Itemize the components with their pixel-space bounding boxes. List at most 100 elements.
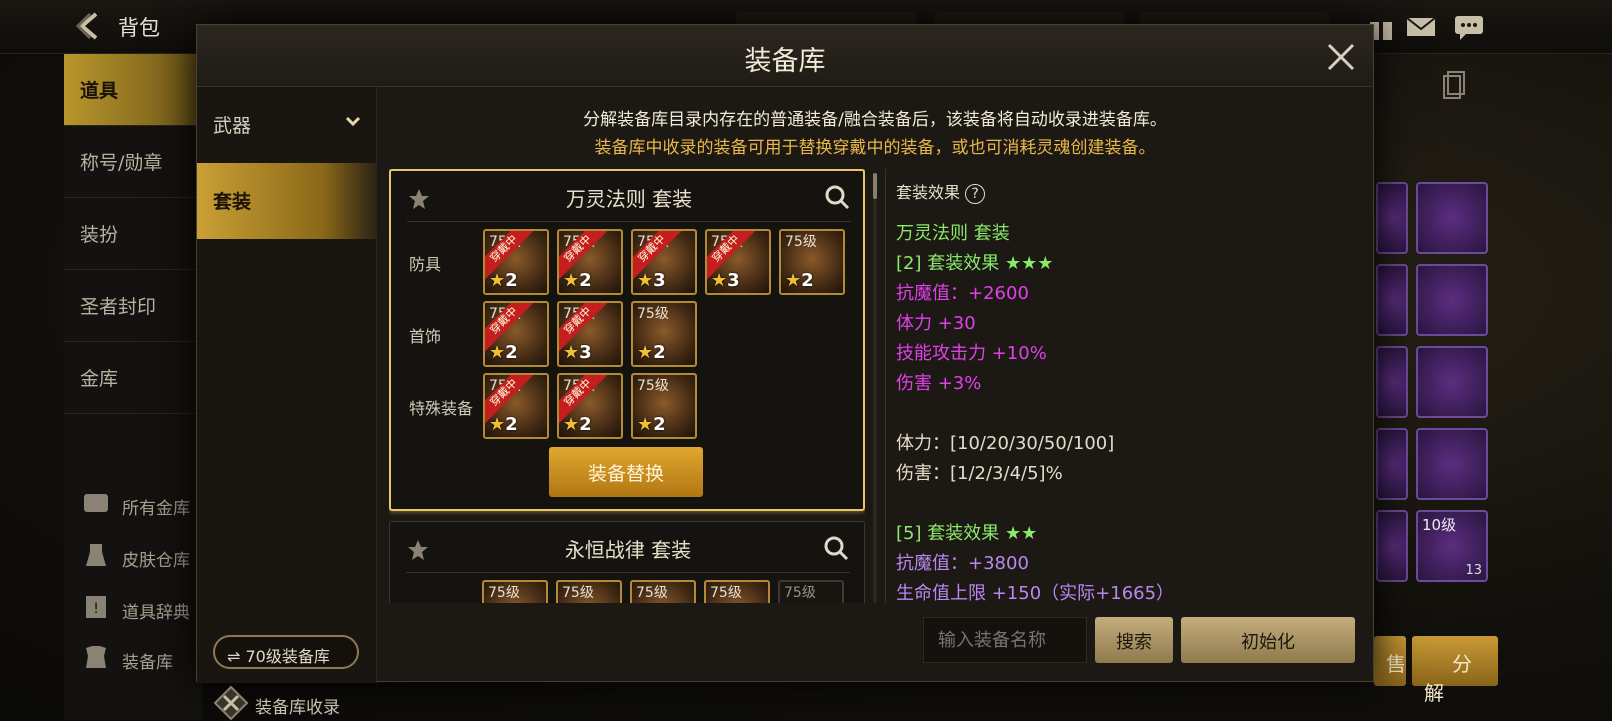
equipment-slot[interactable]: 75级穿戴中★2	[557, 373, 623, 439]
menu-item-vault[interactable]: 金库	[64, 342, 202, 414]
scrollbar-thumb[interactable]	[873, 173, 877, 199]
bag-slot[interactable]	[1416, 428, 1488, 500]
equipment-slot[interactable]: 75级穿戴中★3	[631, 229, 697, 295]
armor-icon	[86, 646, 106, 668]
equipment-slot[interactable]: 75级	[482, 580, 548, 603]
equipment-slot[interactable]: 75级穿戴中★2	[483, 373, 549, 439]
bag-slot[interactable]	[1376, 428, 1408, 500]
effect-line: [5] 套装效果 ★★	[896, 523, 1038, 544]
menu-item-seal[interactable]: 圣者封印	[64, 270, 202, 342]
bag-slot[interactable]	[1416, 182, 1488, 254]
modal-sidebar: 武器 套装 ⇌ 70级装备库 装备库收录	[197, 87, 377, 721]
decompose-button[interactable]: 分解	[1412, 636, 1498, 705]
star-level: ★2	[637, 414, 666, 435]
library-collect-button[interactable]: 装备库收录	[213, 685, 373, 721]
submenu-skin-storage[interactable]: 皮肤仓库	[122, 546, 190, 571]
skin-icon	[86, 544, 106, 566]
page-title: 背包	[118, 16, 160, 40]
equipment-slot[interactable]: 75级穿戴中★3	[557, 301, 623, 367]
menu-item-props[interactable]: 道具	[64, 54, 202, 126]
divider	[407, 221, 851, 222]
effect-line: 技能攻击力 +10%	[896, 343, 1047, 364]
set-name: 万灵法则 套装	[565, 187, 693, 211]
search-icon[interactable]	[823, 183, 851, 211]
equipment-slot[interactable]: 75级穿戴中★3	[705, 229, 771, 295]
chevron-down-icon	[345, 116, 361, 127]
equipment-search-input[interactable]	[923, 617, 1087, 663]
set-name: 永恒战律 套装	[564, 538, 692, 562]
divider	[406, 572, 850, 573]
category-set[interactable]: 套装	[197, 163, 377, 239]
submenu-all-vaults[interactable]: 所有金库	[122, 494, 190, 519]
slot-level: 75级	[784, 585, 816, 601]
slot-level: 75级	[710, 585, 742, 601]
effect-line: 体力：[10/20/30/50/100]	[896, 433, 1115, 454]
submenu-equipment-library[interactable]: 装备库	[122, 648, 173, 673]
modal-title: 装备库	[744, 46, 826, 77]
info-line-2: 装备库中收录的装备可用于替换穿戴中的装备，或也可消耗灵魂创建装备。	[594, 138, 1156, 158]
info-line-1: 分解装备库目录内存在的普通装备/融合装备后，该装备将自动收录进装备库。	[583, 110, 1167, 130]
star-level: ★2	[563, 414, 592, 435]
category-weapon[interactable]: 武器	[197, 87, 377, 163]
menu-item-titles[interactable]: 称号/勋章	[64, 126, 202, 198]
search-icon[interactable]	[822, 534, 850, 562]
slot-count: 13	[1465, 563, 1482, 578]
cards-icon[interactable]	[1438, 70, 1468, 102]
category-label: 套装	[213, 191, 252, 213]
category-label: 武器	[213, 115, 252, 137]
slot-level: 75级	[562, 585, 594, 601]
category-label-accessory: 首饰	[409, 327, 442, 346]
slot-level: 75级	[785, 234, 817, 250]
effect-line: 抗魔值：+3800	[896, 553, 1029, 574]
library-switch-button[interactable]: ⇌ 70级装备库	[213, 635, 359, 669]
star-level: ★3	[563, 342, 592, 363]
slot-level: 75级	[637, 306, 669, 322]
effect-line: 伤害 +3%	[896, 373, 982, 394]
help-icon[interactable]: ?	[965, 184, 986, 204]
equipment-slot[interactable]: 75级 ★2	[779, 229, 845, 295]
equipment-slot[interactable]: 75级 ★2	[631, 373, 697, 439]
equipment-slot[interactable]: 75级	[630, 580, 696, 603]
effect-line: 体力 +30	[896, 313, 976, 334]
submenu-item-dictionary[interactable]: 道具辞典	[122, 598, 190, 623]
category-label-special: 特殊装备	[409, 399, 474, 418]
equipment-slot[interactable]: 75级	[704, 580, 770, 603]
bag-slot[interactable]	[1376, 182, 1408, 254]
bag-slot[interactable]: 10级 13	[1416, 510, 1488, 582]
menu-item-label: 称号/勋章	[80, 152, 163, 174]
search-button[interactable]: 搜索	[1095, 617, 1173, 663]
scrollbar-track[interactable]	[873, 173, 877, 603]
star-level: ★2	[489, 414, 518, 435]
slot-level: 75级	[637, 378, 669, 394]
reset-button[interactable]: 初始化	[1181, 617, 1355, 663]
menu-item-label: 圣者封印	[80, 296, 157, 318]
close-icon[interactable]	[1321, 37, 1361, 77]
chat-icon[interactable]	[1452, 12, 1486, 42]
equipment-slot[interactable]: 75级 ★2	[631, 301, 697, 367]
star-level: ★3	[637, 270, 666, 291]
sell-button[interactable]: 售	[1374, 636, 1406, 686]
star-level: ★2	[785, 270, 814, 291]
bag-slot[interactable]	[1376, 510, 1408, 582]
bag-slot[interactable]	[1416, 346, 1488, 418]
equipment-slot[interactable]: 75级	[778, 580, 844, 603]
vault-icon	[84, 494, 108, 512]
modal-header: 装备库	[197, 25, 1373, 87]
equipment-slot[interactable]: 75级穿戴中★2	[557, 229, 623, 295]
effect-line: 万灵法则 套装	[896, 223, 1010, 244]
mail-icon[interactable]	[1404, 12, 1438, 42]
bag-slot[interactable]	[1376, 346, 1408, 418]
replace-equipment-button[interactable]: 装备替换	[549, 447, 703, 497]
set-card-selected[interactable]: 万灵法则 套装 防具 75级穿戴中★275级穿戴中★275级穿戴中★375级穿戴…	[389, 169, 865, 511]
book-icon: !	[86, 596, 106, 618]
bag-slot[interactable]	[1376, 264, 1408, 336]
back-arrow-icon[interactable]	[72, 8, 108, 44]
equipment-library-modal: 装备库 武器 套装 ⇌ 70级装备库 装备库收录 分解装备库目录内存在的普通装备…	[196, 24, 1374, 721]
equipment-slot[interactable]: 75级	[556, 580, 622, 603]
menu-item-avatar[interactable]: 装扮	[64, 198, 202, 270]
set-effect-panel: 套装效果 ? 万灵法则 套装 [2] 套装效果 ★★★ 抗魔值：+2600 体力 +3…	[885, 169, 1363, 603]
bag-slot[interactable]	[1416, 264, 1488, 336]
equipment-slot[interactable]: 75级穿戴中★2	[483, 229, 549, 295]
set-card[interactable]: 永恒战律 套装 75级 75级 75级 75级 75级	[389, 521, 865, 603]
equipment-slot[interactable]: 75级穿戴中★2	[483, 301, 549, 367]
